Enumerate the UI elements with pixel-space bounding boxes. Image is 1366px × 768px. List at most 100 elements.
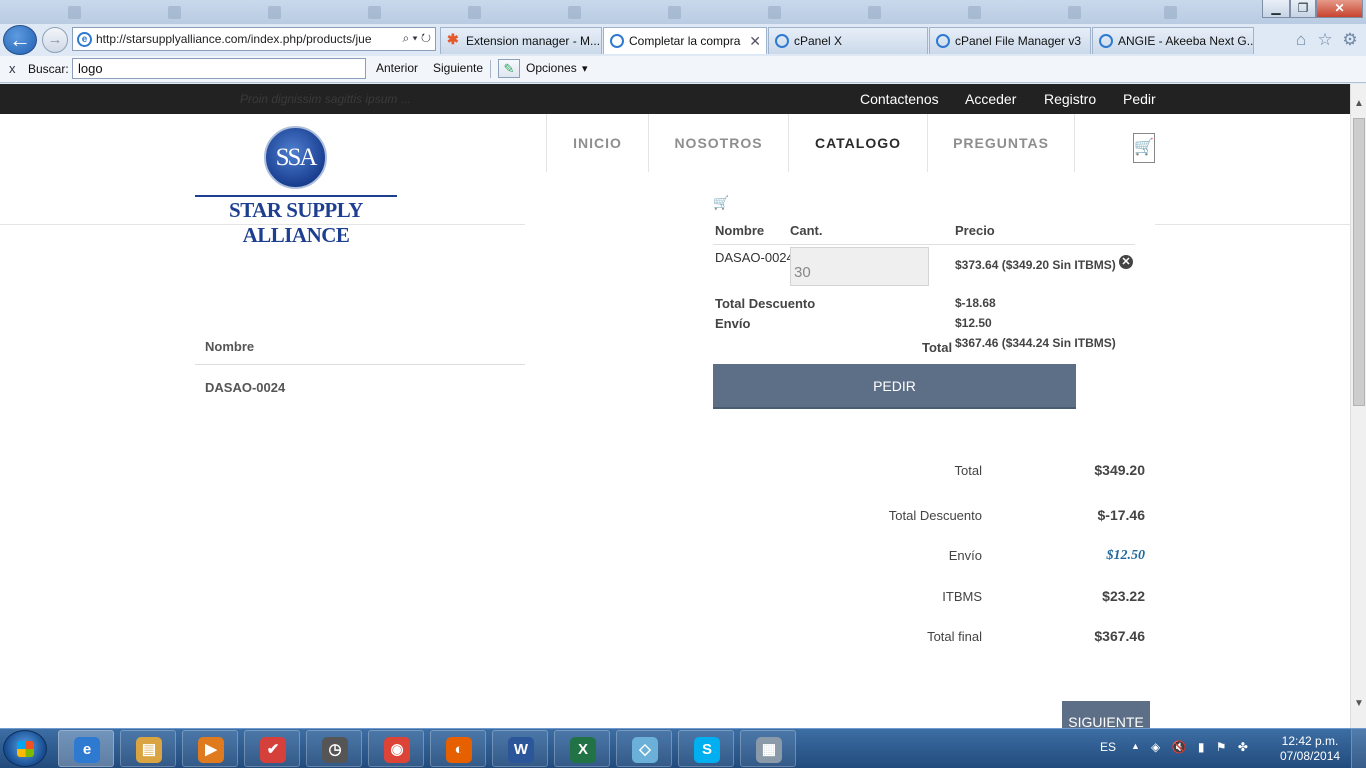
summary-shipping-value: $12.50	[1106, 548, 1146, 563]
start-button[interactable]	[3, 730, 47, 767]
taskbar-app-firefox[interactable]: ◐	[430, 730, 486, 767]
background-tab[interactable]	[1066, 4, 1156, 22]
settings-gear-icon[interactable]: ⚙	[1341, 31, 1359, 49]
cart-dropdown-panel: 🛒 Nombre Cant. Precio DASAO-0024 $373.64…	[525, 172, 1155, 728]
summary-itbms-value: $23.22	[1102, 588, 1145, 604]
background-tab[interactable]	[766, 4, 862, 22]
vertical-scrollbar[interactable]: ▲ ▼	[1350, 84, 1366, 728]
cart-icon[interactable]: 🛒	[1133, 133, 1155, 163]
background-tab[interactable]	[266, 4, 362, 22]
taskbar-app-excel[interactable]: X	[554, 730, 610, 767]
chevron-down-icon[interactable]: ▾	[582, 62, 588, 75]
options-icon[interactable]: ✎	[498, 59, 520, 78]
favorites-icon[interactable]: ☆	[1316, 31, 1334, 49]
tab-completar-la-compra[interactable]: Completar la compra ✕	[603, 27, 767, 54]
ie-page-icon	[1099, 34, 1113, 48]
pedir-button[interactable]: PEDIR	[713, 364, 1076, 409]
back-arrow-icon: ←	[9, 27, 31, 52]
top-link-acceder[interactable]: Acceder	[965, 91, 1016, 107]
media-player-icon: ▶	[198, 737, 224, 763]
tab-angie[interactable]: ANGIE - Akeeba Next G...	[1092, 27, 1254, 54]
background-tab[interactable]	[566, 4, 662, 22]
top-link-registro[interactable]: Registro	[1044, 91, 1096, 107]
close-tab-icon[interactable]: ✕	[749, 33, 761, 50]
background-tab[interactable]	[466, 4, 562, 22]
top-link-contactenos[interactable]: Contactenos	[860, 91, 939, 107]
show-desktop-button[interactable]	[1351, 729, 1366, 768]
find-options-button[interactable]: Opciones	[526, 61, 577, 75]
quantity-input[interactable]	[790, 247, 929, 286]
system-clock[interactable]: 12:42 p.m. 07/08/2014	[1280, 734, 1340, 764]
nav-catalogo[interactable]: CATALOGO	[788, 114, 927, 172]
background-tab[interactable]	[866, 4, 962, 22]
minimize-button[interactable]: ▁	[1262, 0, 1290, 18]
taskbar-app-notes-app[interactable]: ◇	[616, 730, 672, 767]
taskbar-app-internet-explorer[interactable]: e	[58, 730, 114, 767]
cart-col-qty: Cant.	[790, 223, 823, 238]
find-input[interactable]	[72, 58, 366, 79]
shipping-label: Envío	[715, 316, 751, 331]
taskbar-app-calculator[interactable]: ▦	[740, 730, 796, 767]
scroll-down-icon[interactable]: ▼	[1351, 696, 1366, 712]
close-find-icon[interactable]: x	[9, 61, 16, 76]
summary-discount-label: Total Descuento	[888, 508, 982, 523]
cart-col-name: Nombre	[715, 223, 765, 238]
maximize-button[interactable]: ❐	[1290, 0, 1316, 18]
nav-inicio[interactable]: INICIO	[546, 114, 648, 172]
tab-extension-manager[interactable]: ✱ Extension manager - M...	[440, 27, 602, 54]
taskbar-app-chrome[interactable]: ◉	[368, 730, 424, 767]
scrollbar-thumb[interactable]	[1353, 118, 1365, 406]
taskbar-app-word[interactable]: W	[492, 730, 548, 767]
background-tab[interactable]	[366, 4, 462, 22]
cart-total-label: Total	[922, 340, 953, 355]
back-button[interactable]: ←	[3, 25, 37, 55]
background-tab[interactable]	[966, 4, 1062, 22]
tab-label: ANGIE - Akeeba Next G...	[1118, 34, 1254, 48]
cart-total-value: $367.46 ($344.24 Sin ITBMS)	[955, 336, 1116, 350]
background-tab[interactable]	[166, 4, 262, 22]
forward-button[interactable]: →	[42, 27, 68, 53]
todoist-icon: ✔	[260, 737, 286, 763]
address-tools-icon[interactable]: ⌕ ▾ ↻	[398, 31, 431, 46]
find-previous-button[interactable]: Anterior	[376, 61, 418, 75]
joomla-icon: ✱	[447, 31, 459, 47]
close-window-button[interactable]: ✕	[1316, 0, 1363, 18]
nav-preguntas[interactable]: PREGUNTAS	[927, 114, 1075, 172]
tray-icons[interactable]: ◈ 🔇 ▮ ⚑ ✤	[1151, 740, 1252, 754]
siguiente-button[interactable]: SIGUIENTE	[1062, 701, 1150, 728]
nav-nosotros[interactable]: NOSOTROS	[648, 114, 788, 172]
ie-page-icon	[610, 34, 624, 48]
summary-total-value: $349.20	[1094, 462, 1145, 478]
background-tab[interactable]	[66, 4, 162, 22]
browser-chrome: ▁ ❐ ✕ ← → e http://starsupplyalliance.co…	[0, 0, 1366, 84]
home-icon[interactable]: ⌂	[1292, 31, 1310, 49]
background-tab[interactable]	[1162, 4, 1202, 22]
product-table: Nombre DASAO-0024	[195, 325, 525, 395]
clock-time: 12:42 p.m.	[1281, 734, 1339, 748]
remove-item-icon[interactable]: ✕	[1119, 255, 1133, 269]
ie-page-icon	[936, 34, 950, 48]
word-icon: W	[508, 737, 534, 763]
top-link-pedir[interactable]: Pedir	[1123, 91, 1156, 107]
taskbar-app-skype[interactable]: S	[678, 730, 734, 767]
clock-app-icon: ◷	[322, 737, 348, 763]
site-logo[interactable]: SSA STAR SUPPLY ALLIANCE	[195, 126, 397, 247]
divider	[490, 60, 491, 78]
background-tab[interactable]	[666, 4, 762, 22]
summary-final-label: Total final	[927, 629, 982, 644]
site-tagline: Proin dignissim sagittis ipsum ...	[240, 92, 411, 106]
find-next-button[interactable]: Siguiente	[433, 61, 483, 75]
taskbar-app-media-player[interactable]: ▶	[182, 730, 238, 767]
language-indicator[interactable]: ES	[1100, 740, 1116, 754]
scroll-up-icon[interactable]: ▲	[1351, 96, 1366, 112]
tray-expand-icon[interactable]: ▲	[1131, 741, 1140, 751]
taskbar: ES ▲ ◈ 🔇 ▮ ⚑ ✤ 12:42 p.m. 07/08/2014 e ▤ ▶…	[0, 728, 1366, 768]
taskbar-app-clock-app[interactable]: ◷	[306, 730, 362, 767]
taskbar-app-todoist[interactable]: ✔	[244, 730, 300, 767]
tab-cpanel-file-manager[interactable]: cPanel File Manager v3	[929, 27, 1091, 54]
cart-col-price: Precio	[955, 223, 995, 238]
discount-label: Total Descuento	[715, 296, 816, 311]
taskbar-app-file-explorer[interactable]: ▤	[120, 730, 176, 767]
address-bar[interactable]: e http://starsupplyalliance.com/index.ph…	[72, 27, 436, 51]
tab-cpanel-x[interactable]: cPanel X	[768, 27, 928, 54]
